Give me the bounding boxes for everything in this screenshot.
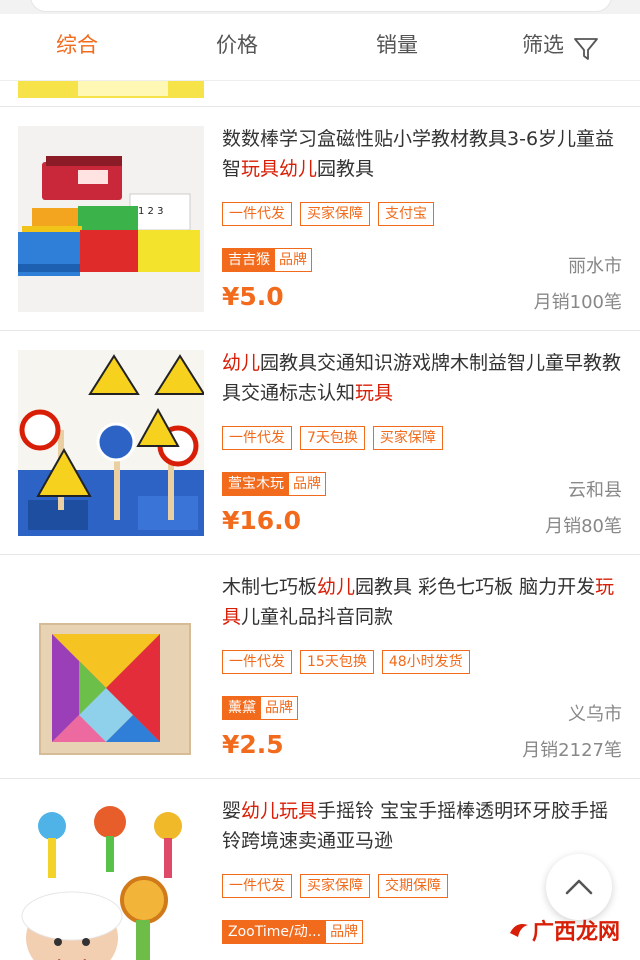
product-title[interactable]: 婴幼儿玩具手摇铃 宝宝手摇棒透明环牙胶手摇铃跨境速卖通亚马逊 bbox=[222, 796, 622, 856]
service-tag: 交期保障 bbox=[378, 874, 448, 898]
top-strip bbox=[0, 0, 640, 14]
seller-location: 义乌市 bbox=[568, 704, 622, 725]
seller-location: 云和县 bbox=[568, 480, 622, 501]
brand-badge: 薰黛 品牌 bbox=[222, 696, 298, 720]
sort-tab-sales[interactable]: 销量 bbox=[376, 30, 418, 60]
brand-label: 品牌 bbox=[289, 473, 325, 495]
product-image bbox=[18, 798, 204, 960]
brand-badge: 萱宝木玩 品牌 bbox=[222, 472, 326, 496]
svg-text:1 2 3: 1 2 3 bbox=[138, 206, 163, 217]
brand-badge: 吉吉猴 品牌 bbox=[222, 248, 312, 272]
service-tags: 一件代发 15天包换 48小时发货 bbox=[222, 650, 470, 674]
brand-name: 吉吉猴 bbox=[223, 249, 275, 271]
product-price: ¥2.5 bbox=[222, 730, 284, 759]
product-image bbox=[18, 350, 204, 536]
service-tag: 7天包换 bbox=[300, 426, 365, 450]
brand-name: 薰黛 bbox=[223, 697, 261, 719]
product-price: ¥5.0 bbox=[222, 282, 284, 311]
service-tag: 买家保障 bbox=[372, 426, 443, 450]
brand-badge: ZooTime/动... 品牌 bbox=[222, 920, 364, 944]
service-tag: 一件代发 bbox=[222, 202, 292, 226]
sort-tab-price[interactable]: 价格 bbox=[216, 30, 258, 60]
product-title[interactable]: 幼儿园教具交通知识游戏牌木制益智儿童早教教具交通标志认知玩具 bbox=[222, 348, 622, 408]
product-image-partial bbox=[18, 80, 204, 98]
service-tags: 一件代发 买家保障 交期保障 bbox=[222, 874, 448, 898]
service-tag: 支付宝 bbox=[378, 202, 434, 226]
brand-label: 品牌 bbox=[326, 921, 363, 943]
monthly-sales: 月销100笔 bbox=[533, 292, 622, 313]
chevron-up-icon bbox=[565, 879, 593, 895]
sort-tab-filter[interactable]: 筛选 bbox=[522, 30, 564, 60]
product-image bbox=[18, 574, 204, 760]
monthly-sales: 月销80笔 bbox=[545, 516, 622, 537]
sort-tab-comprehensive[interactable]: 综合 bbox=[56, 30, 98, 60]
service-tag: 买家保障 bbox=[300, 874, 370, 898]
service-tag: 48小时发货 bbox=[381, 650, 470, 674]
brand-name: 萱宝木玩 bbox=[223, 473, 289, 495]
filter-funnel-icon[interactable] bbox=[573, 36, 599, 62]
product-price: ¥16.0 bbox=[222, 506, 302, 535]
sort-bar: 综合 价格 销量 筛选 bbox=[0, 14, 640, 81]
brand-label: 品牌 bbox=[275, 249, 311, 271]
service-tags: 一件代发 7天包换 买家保障 bbox=[222, 426, 443, 450]
previous-item-partial[interactable] bbox=[0, 80, 640, 107]
brand-name: ZooTime/动... bbox=[223, 921, 327, 943]
watermark-mark-icon bbox=[510, 924, 528, 937]
brand-label: 品牌 bbox=[261, 697, 297, 719]
product-title[interactable]: 木制七巧板幼儿园教具 彩色七巧板 脑力开发玩具儿童礼品抖音同款 bbox=[222, 572, 622, 632]
product-card[interactable]: 幼儿园教具交通知识游戏牌木制益智儿童早教教具交通标志认知玩具 一件代发 7天包换… bbox=[0, 332, 640, 555]
service-tag: 一件代发 bbox=[222, 426, 292, 450]
seller-location: 丽水市 bbox=[568, 256, 622, 277]
service-tag: 买家保障 bbox=[300, 202, 370, 226]
product-image: 1 2 3 bbox=[18, 126, 204, 312]
service-tag: 15天包换 bbox=[300, 650, 374, 674]
product-card[interactable]: 1 2 3 数数棒学习盒磁性贴小学教材教具3-6岁儿童益智玩具幼儿园教具 一件代… bbox=[0, 108, 640, 331]
service-tag: 一件代发 bbox=[222, 874, 292, 898]
service-tag: 一件代发 bbox=[222, 650, 292, 674]
search-box[interactable] bbox=[30, 0, 612, 12]
monthly-sales: 月销2127笔 bbox=[522, 740, 622, 761]
product-card[interactable]: 木制七巧板幼儿园教具 彩色七巧板 脑力开发玩具儿童礼品抖音同款 一件代发 15天… bbox=[0, 556, 640, 779]
product-title[interactable]: 数数棒学习盒磁性贴小学教材教具3-6岁儿童益智玩具幼儿园教具 bbox=[222, 124, 622, 184]
watermark-logo: 广西龙网 bbox=[508, 914, 620, 946]
back-to-top-button[interactable] bbox=[546, 854, 612, 920]
watermark-text: 广西龙网 bbox=[532, 920, 621, 945]
service-tags: 一件代发 买家保障 支付宝 bbox=[222, 202, 434, 226]
